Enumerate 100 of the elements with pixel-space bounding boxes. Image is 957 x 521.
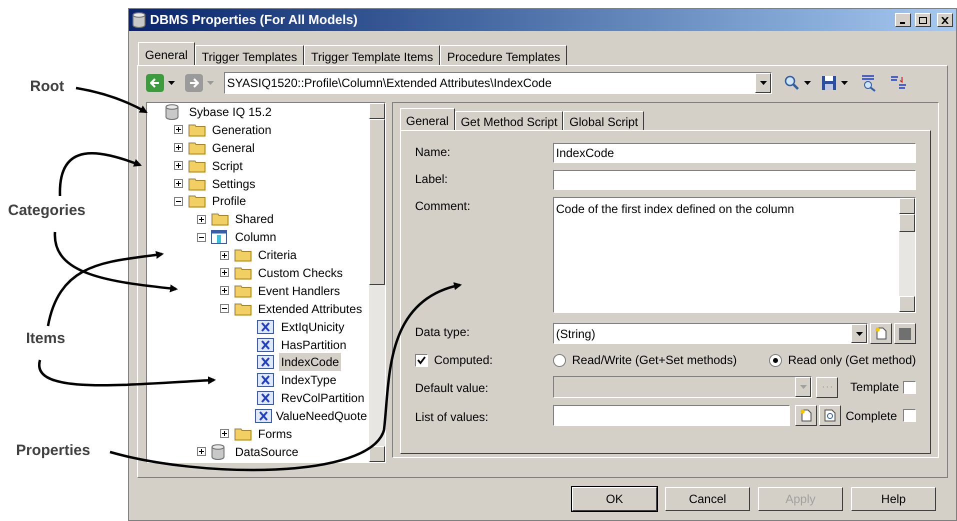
expand-icon[interactable] <box>174 125 183 134</box>
expand-icon[interactable] <box>220 429 229 438</box>
tree-item[interactable]: Criteria <box>256 246 299 264</box>
expand-icon[interactable] <box>220 268 229 278</box>
tree-item[interactable]: Sybase IQ 15.2 <box>187 103 274 121</box>
forward-button[interactable] <box>185 74 203 92</box>
collapse-icon[interactable] <box>197 232 206 242</box>
tab[interactable]: Global Script <box>563 111 644 130</box>
expand-icon[interactable] <box>197 214 206 224</box>
tree-item[interactable]: Extended Attributes <box>256 300 364 318</box>
folder-icon <box>234 302 252 316</box>
dialog-button[interactable]: OK <box>572 487 657 511</box>
radio-button[interactable] <box>768 354 782 366</box>
maximize-button[interactable] <box>915 13 931 27</box>
tree-item[interactable]: Profile <box>210 192 248 210</box>
folder-icon <box>234 248 252 262</box>
tree-item[interactable]: ExtIqUnicity <box>279 318 346 336</box>
field-label: Data type: <box>415 324 471 341</box>
data-type-dropdown[interactable]: (String) <box>553 323 868 344</box>
spell-check-icon[interactable] <box>860 74 878 92</box>
close-button[interactable] <box>937 13 953 27</box>
tree-item[interactable]: ValueNeedQuote <box>274 407 369 426</box>
field-label: Default value: <box>415 380 490 397</box>
label-field[interactable] <box>553 170 916 190</box>
minimize-button[interactable] <box>895 13 911 27</box>
dropdown-button[interactable] <box>755 73 771 93</box>
path-field[interactable]: SYASIQ1520::Profile\Column\Extended Attributes\IndexCode <box>224 72 772 94</box>
tree-item[interactable]: Shared <box>233 210 276 228</box>
folder-icon <box>188 122 206 137</box>
attribute-icon <box>257 338 274 352</box>
radio-button[interactable] <box>553 354 566 366</box>
caret-icon <box>856 332 862 336</box>
tree-item[interactable]: Settings <box>210 174 258 193</box>
tab[interactable]: General <box>138 42 195 65</box>
folder-icon <box>188 158 206 173</box>
tab[interactable]: Trigger Template Items <box>304 45 440 65</box>
preview-button[interactable] <box>819 405 841 426</box>
tree-item[interactable]: Event Handlers <box>256 282 342 300</box>
list-of-values-field[interactable] <box>553 405 790 426</box>
tab[interactable]: Get Method Script <box>454 111 564 130</box>
callout-label: Root <box>30 77 64 97</box>
tree-item[interactable]: DataSource <box>233 442 300 461</box>
properties-button[interactable] <box>894 323 916 344</box>
check-icon <box>417 356 426 364</box>
database-icon <box>211 444 225 460</box>
collapse-icon[interactable] <box>174 196 183 206</box>
tab[interactable]: Trigger Templates <box>194 45 304 65</box>
attribute-icon <box>257 373 274 388</box>
window-title: DBMS Properties (For All Models) <box>150 11 358 30</box>
caret-icon <box>760 81 766 85</box>
tree-item[interactable]: IndexCode <box>279 353 342 372</box>
checkbox[interactable] <box>903 409 916 422</box>
tree-item[interactable]: Custom Checks <box>256 264 345 282</box>
expand-icon[interactable] <box>197 447 206 456</box>
dialog-button[interactable]: Cancel <box>665 487 750 511</box>
field-label: List of values: <box>415 409 490 426</box>
dropdown-button[interactable] <box>851 324 867 343</box>
save-button[interactable] <box>821 75 848 91</box>
checkbox-label: Complete <box>846 408 897 424</box>
expand-icon[interactable] <box>174 143 183 152</box>
magnifier-document-icon <box>824 409 836 422</box>
comment-field[interactable]: Code of the first index defined on the column <box>553 197 916 313</box>
square-icon <box>899 328 911 340</box>
name-field[interactable]: IndexCode <box>553 143 916 163</box>
checkbox[interactable] <box>903 380 916 394</box>
caret-icon[interactable] <box>168 81 175 85</box>
tree-item[interactable]: RevColPartition <box>279 389 366 408</box>
tab[interactable]: General <box>400 108 455 130</box>
tree-item[interactable]: HasPartition <box>279 336 348 354</box>
checkbox[interactable] <box>415 354 428 366</box>
dialog-button[interactable]: Help <box>851 487 936 511</box>
folder-icon <box>234 426 252 441</box>
callout-label: Categories <box>8 201 86 221</box>
close-icon <box>941 16 949 24</box>
caret-icon <box>800 385 806 389</box>
folder-icon <box>211 212 229 226</box>
tree-item[interactable]: Column <box>233 228 278 246</box>
tree-item[interactable]: General <box>210 138 257 157</box>
search-button[interactable] <box>784 75 811 91</box>
new-document-icon <box>875 327 887 340</box>
table-icon <box>211 230 227 244</box>
expand-icon[interactable] <box>174 161 183 170</box>
browse-button[interactable] <box>816 376 838 398</box>
callout-label: Items <box>26 329 66 349</box>
expand-icon[interactable] <box>220 250 229 260</box>
replace-icon[interactable] <box>890 74 908 92</box>
database-icon <box>165 104 179 120</box>
expand-icon[interactable] <box>174 179 183 188</box>
caret-icon <box>841 81 848 85</box>
tree-item[interactable]: Script <box>210 156 245 175</box>
callout-label: Properties <box>16 441 90 461</box>
tab[interactable]: Procedure Templates <box>440 45 568 65</box>
collapse-icon[interactable] <box>220 304 229 314</box>
tree-item[interactable]: Forms <box>256 424 294 443</box>
expand-icon[interactable] <box>220 286 229 296</box>
field-label: Label: <box>415 171 449 188</box>
new-button[interactable] <box>795 405 817 426</box>
tree-item[interactable]: IndexType <box>279 371 338 390</box>
new-button[interactable] <box>870 323 892 344</box>
tree-item[interactable]: Generation <box>210 120 274 139</box>
